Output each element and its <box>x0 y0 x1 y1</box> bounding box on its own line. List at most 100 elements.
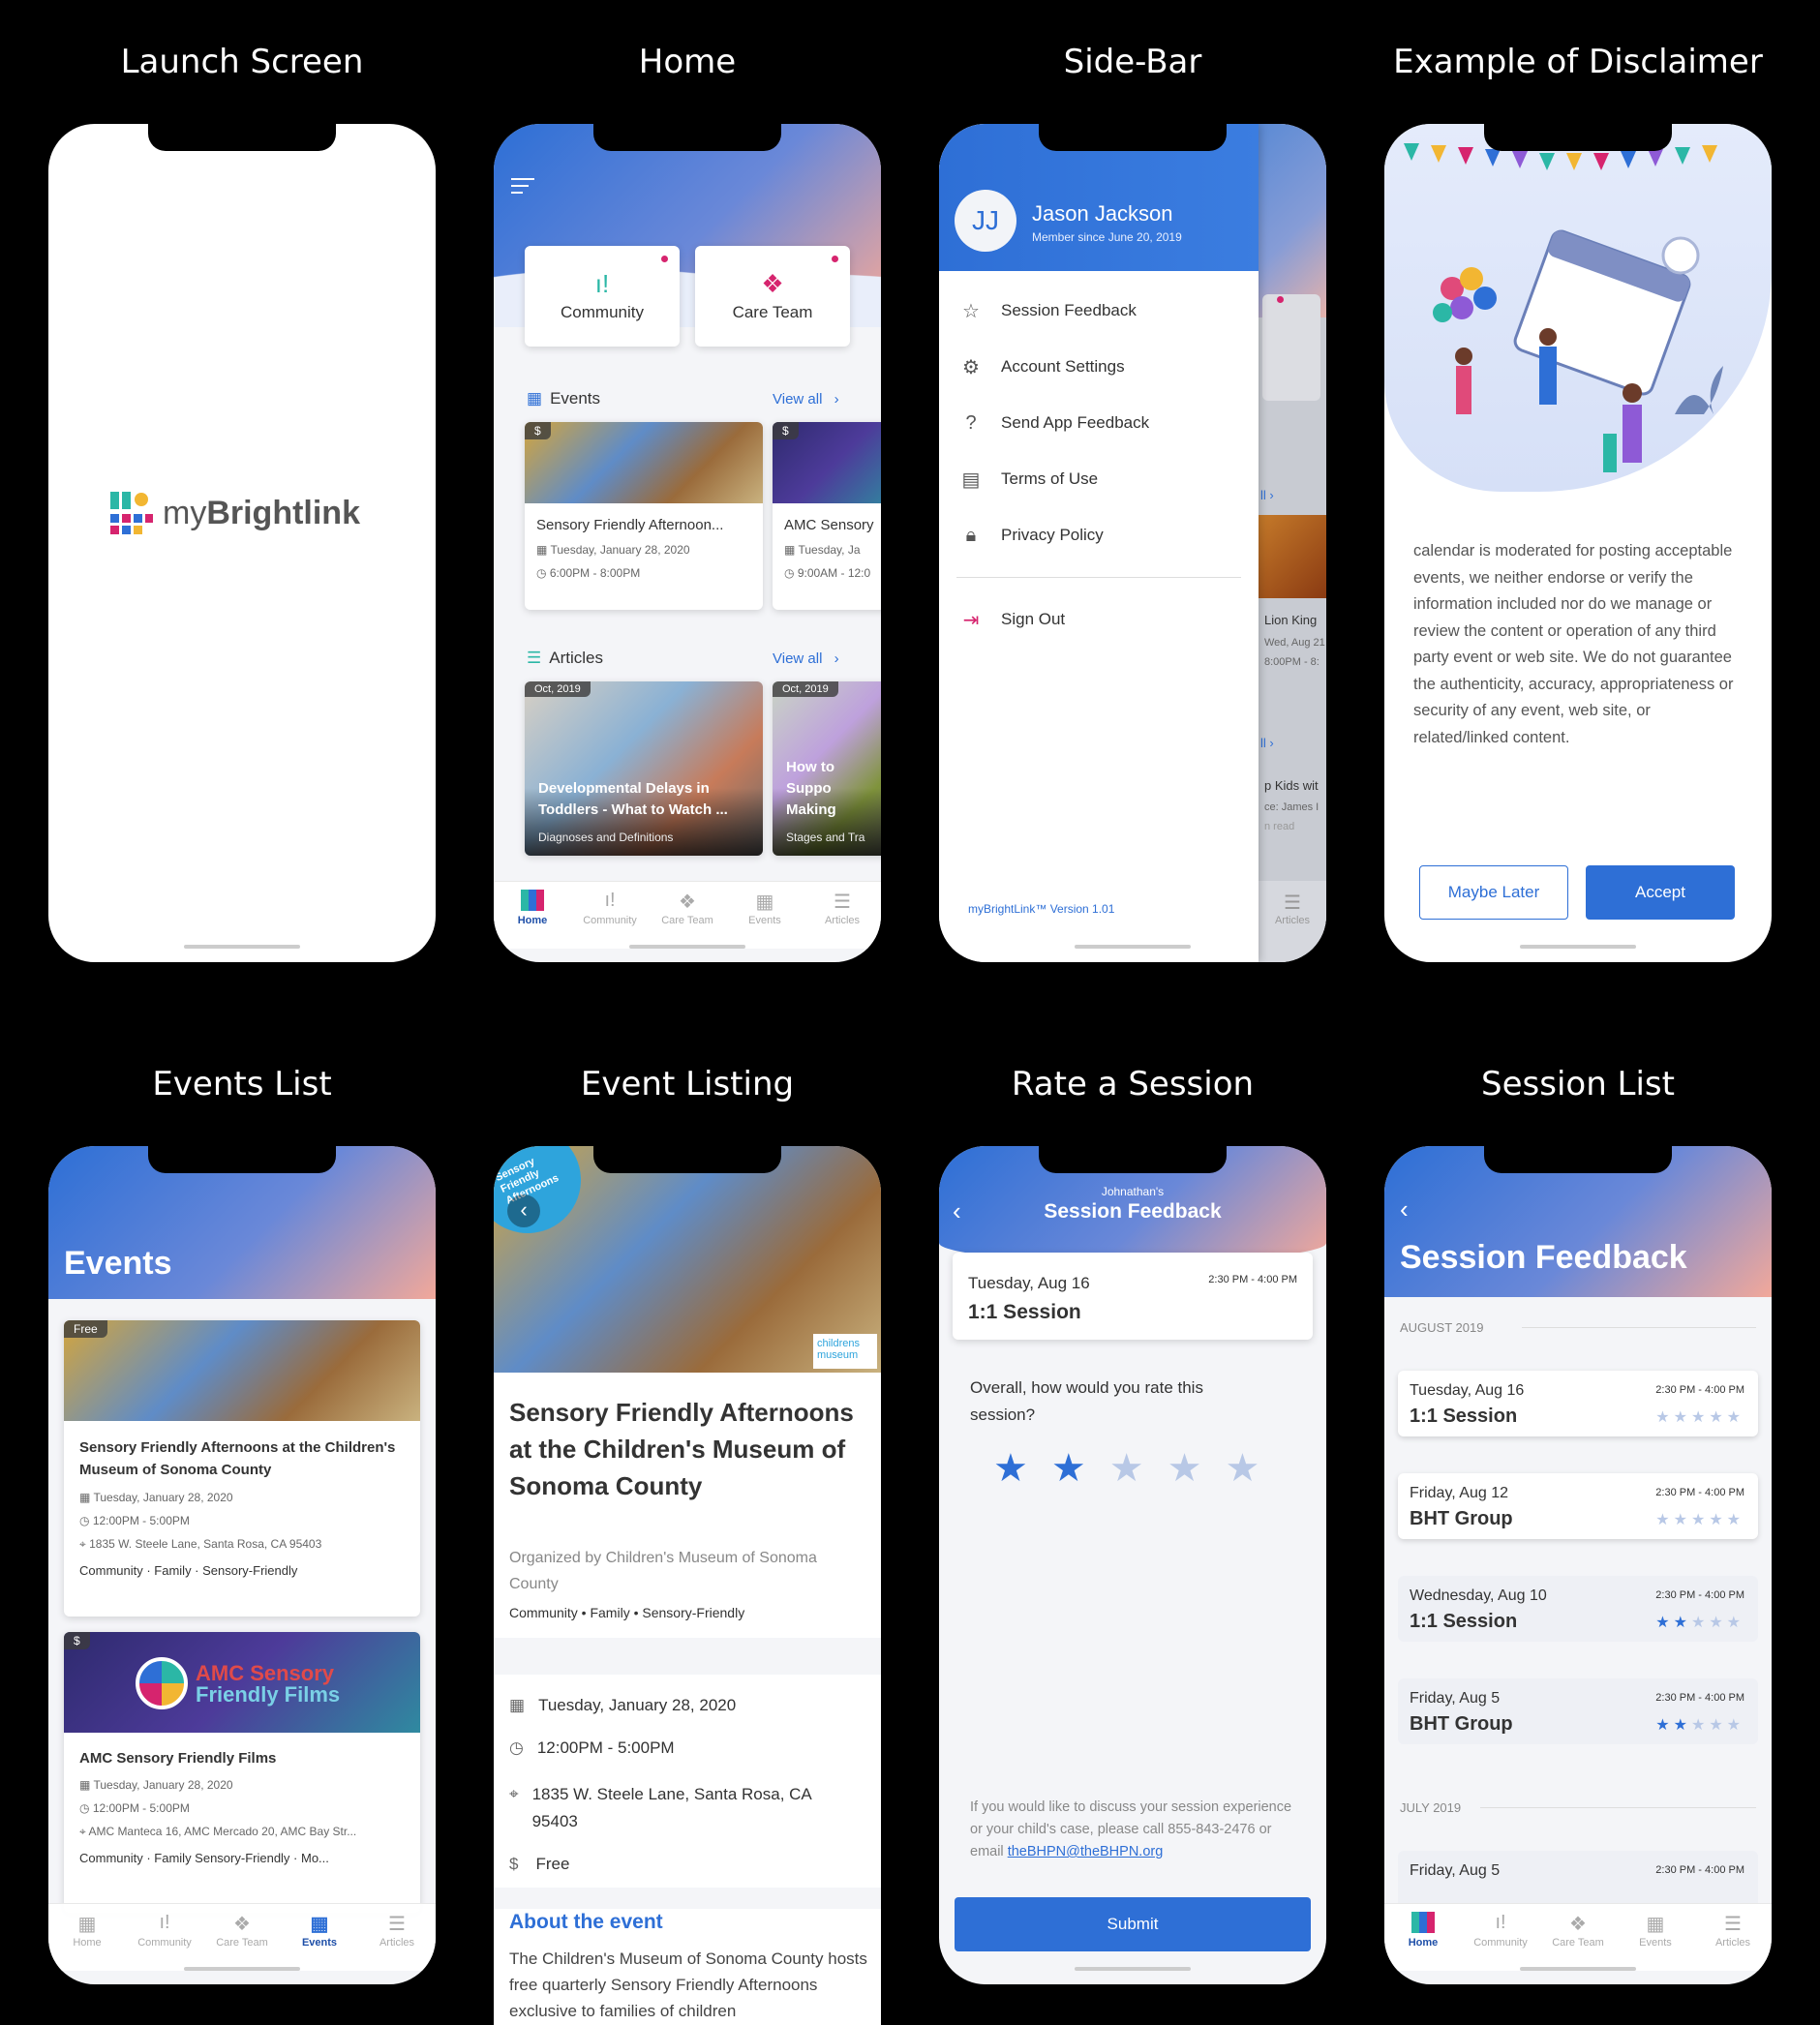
calendar-icon: ▦ <box>509 1696 526 1714</box>
article-title: Developmental Delays in Toddlers - What … <box>538 780 728 818</box>
event-badge: Sensory Friendly Afternoons <box>494 1146 599 1252</box>
tab-events[interactable]: ▦ Events <box>281 1904 358 1971</box>
session-item[interactable]: Tuesday, Aug 16 2:30 PM - 4:00 PM 1:1 Sess… <box>1398 1371 1758 1436</box>
museum-logo: childrens museum <box>813 1334 877 1369</box>
article-category: Stages and Tra <box>786 831 865 844</box>
tab-community[interactable]: ı! Community <box>1462 1904 1539 1971</box>
menu-terms-of-use[interactable]: ▤ Terms of Use <box>939 451 1259 507</box>
star-icon: ☆ <box>962 300 980 322</box>
avatar[interactable]: JJ <box>955 190 1016 252</box>
care-team-label: Care Team <box>732 303 813 321</box>
tab-bar: Home ı! Community ❖ Care Team ▦ Events ☰ Art… <box>1384 1903 1772 1971</box>
session-item[interactable]: Friday, Aug 12 2:30 PM - 4:00 PM BHT Group… <box>1398 1473 1758 1539</box>
article-card[interactable]: Oct, 2019 How to Suppo Making Stages and… <box>773 681 881 856</box>
articles-view-all-link[interactable]: View all › <box>773 650 839 667</box>
tab-events[interactable]: ▦ Events <box>1617 1904 1694 1971</box>
events-page-title: Events <box>64 1245 172 1282</box>
session-item[interactable]: Wednesday, Aug 10 2:30 PM - 4:00 PM 1:1 Se… <box>1398 1576 1758 1642</box>
phone-home: ı! Community ❖ Care Team ▦ Events View al… <box>494 124 881 962</box>
event-card[interactable]: $ Sensory Friendly Afternoon... ▦ Tuesda… <box>525 422 763 610</box>
care-team-tile[interactable]: ❖ Care Team <box>695 246 850 347</box>
event-card[interactable]: $ AMC Sensory ▦ Tuesday, Ja ◷ 9:00AM - 1… <box>773 422 881 610</box>
tab-community[interactable]: ı! Community <box>571 882 649 949</box>
about-text: The Children's Museum of Sonoma County h… <box>509 1949 867 2020</box>
article-category: Diagnoses and Definitions <box>538 831 674 844</box>
event-date: ▦ Tuesday, January 28, 2020 <box>536 543 690 557</box>
maybe-later-button[interactable]: Maybe Later <box>1419 865 1568 920</box>
email-link[interactable]: theBHPN@theBHPN.org <box>1008 1844 1164 1859</box>
tab-events[interactable]: ▦ Events <box>726 882 804 949</box>
contact-text: If you would like to discuss your sessio… <box>970 1799 1292 1859</box>
notification-dot <box>832 256 838 262</box>
star-icon: ★ <box>1673 1512 1691 1528</box>
lock-icon: 🔒︎ <box>965 524 977 546</box>
tab-bar: Home ı! Community ❖ Care Team ▦ Events ☰ Art… <box>494 881 881 949</box>
events-view-all-link[interactable]: View all › <box>773 391 839 408</box>
star-icon[interactable]: ★ <box>1168 1446 1202 1491</box>
session-item[interactable]: Friday, Aug 5 2:30 PM - 4:00 PM BHT Group ★… <box>1398 1678 1758 1744</box>
menu-account-settings[interactable]: ⚙ Account Settings <box>939 339 1259 395</box>
tab-home[interactable]: Home <box>1384 1904 1462 1971</box>
menu-privacy-policy[interactable]: 🔒︎ Privacy Policy <box>939 507 1259 563</box>
menu-send-app-feedback[interactable]: ? Send App Feedback <box>939 395 1259 451</box>
article-card[interactable]: Oct, 2019 Developmental Delays in Toddle… <box>525 681 763 856</box>
star-rating[interactable]: ★ ★ ★ ★ ★ <box>993 1446 1259 1491</box>
community-tile[interactable]: ı! Community <box>525 246 680 347</box>
submit-button[interactable]: Submit <box>955 1897 1311 1951</box>
star-icon[interactable]: ★ <box>1225 1446 1259 1491</box>
title-events-list: Events List <box>152 1065 332 1103</box>
event-card[interactable]: $ AMC Sensory Friendly Films AMC Sensory … <box>64 1632 420 1913</box>
tab-home[interactable]: Home <box>494 882 571 949</box>
brand-logo: my Brightlink <box>110 492 360 534</box>
star-icon: ★ <box>1726 1615 1744 1631</box>
price-badge: $ <box>64 1632 90 1649</box>
hamburger-menu-icon[interactable] <box>511 178 534 194</box>
price-badge: $ <box>773 422 799 439</box>
title-rate-session: Rate a Session <box>1011 1065 1255 1103</box>
amc-puzzle-logo-icon <box>136 1657 188 1709</box>
event-image: $ <box>525 422 763 503</box>
event-card[interactable]: Free Sensory Friendly Afternoons at the … <box>64 1320 420 1617</box>
back-chevron-icon[interactable]: ‹ <box>507 1194 540 1227</box>
event-date: ▦ Tuesday, January 28, 2020 <box>79 1778 233 1792</box>
menu-session-feedback[interactable]: ☆ Session Feedback <box>939 283 1259 339</box>
back-chevron-icon[interactable]: ‹ <box>1400 1194 1409 1224</box>
tab-articles[interactable]: ☰ Articles <box>1694 1904 1772 1971</box>
tab-community[interactable]: ı! Community <box>126 1904 203 1971</box>
side-drawer: JJ Jason Jackson Member since June 20, 2… <box>939 124 1259 962</box>
articles-icon: ☰ <box>527 649 542 667</box>
app-version: myBrightLink™ Version 1.01 <box>968 902 1115 916</box>
price-badge: $ <box>525 422 551 439</box>
tab-articles[interactable]: ☰ Articles <box>804 882 881 949</box>
community-icon: ı! <box>594 269 610 298</box>
location-pin-icon: ⌖ <box>509 1785 519 1803</box>
menu-sign-out[interactable]: ⇥ Sign Out <box>939 591 1259 648</box>
event-time: ◷ 9:00AM - 12:0 <box>784 566 871 580</box>
article-date-badge: Oct, 2019 <box>525 681 591 697</box>
tab-care-team[interactable]: ❖ Care Team <box>203 1904 281 1971</box>
clock-icon: ◷ <box>509 1738 524 1757</box>
event-image: $ AMC Sensory Friendly Films <box>64 1632 420 1733</box>
event-title: Sensory Friendly Afternoon... <box>536 517 724 533</box>
behind-article-read: n read <box>1264 821 1295 832</box>
star-icon: ★ <box>1726 1512 1744 1528</box>
user-name: Jason Jackson <box>1032 201 1173 226</box>
accept-button[interactable]: Accept <box>1586 865 1735 920</box>
star-icon: ★ <box>1690 1512 1710 1528</box>
star-icon: ★ <box>1673 1615 1691 1631</box>
title-session-list: Session List <box>1481 1065 1675 1103</box>
tab-articles[interactable]: ☰ Articles <box>358 1904 436 1971</box>
star-icon[interactable]: ★ <box>1051 1446 1086 1491</box>
star-icon: ★ <box>1726 1717 1744 1734</box>
event-title: Sensory Friendly Afternoons at the Child… <box>509 1398 854 1500</box>
event-image: $ <box>773 422 881 503</box>
tab-care-team[interactable]: ❖ Care Team <box>1539 1904 1617 1971</box>
tab-care-team[interactable]: ❖ Care Team <box>649 882 726 949</box>
event-time: ◷ 12:00PM - 5:00PM <box>509 1738 675 1757</box>
star-icon[interactable]: ★ <box>993 1446 1028 1491</box>
event-date: ▦ Tuesday, January 28, 2020 <box>509 1696 737 1714</box>
star-rating: ★★★★★ <box>1655 1613 1744 1632</box>
star-icon[interactable]: ★ <box>1109 1446 1144 1491</box>
behind-article-title: p Kids wit <box>1264 778 1319 793</box>
tab-home[interactable]: ▦ Home <box>48 1904 126 1971</box>
